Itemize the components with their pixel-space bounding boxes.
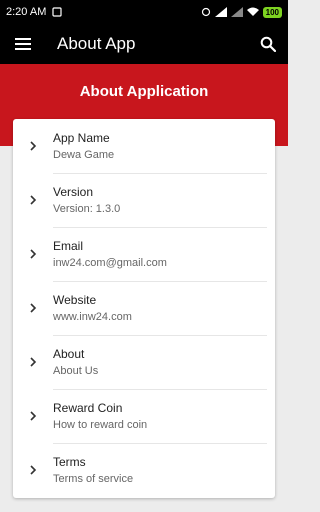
page-title: About App xyxy=(57,34,136,53)
app-bar: About App xyxy=(0,24,288,64)
search-button[interactable] xyxy=(248,24,288,64)
signal-icon-2 xyxy=(230,7,243,17)
item-website[interactable]: Website www.inw24.com xyxy=(13,281,275,335)
chevron-right-icon xyxy=(30,411,37,421)
item-label: App Name xyxy=(53,130,110,145)
item-value: inw24.com@gmail.com xyxy=(53,256,167,269)
item-label: Version xyxy=(53,184,94,199)
item-reward-coin[interactable]: Reward Coin How to reward coin xyxy=(13,389,275,443)
hamburger-icon xyxy=(15,38,31,50)
about-card: App Name Dewa Game Version Version: 1.3.… xyxy=(13,119,275,498)
notification-icon xyxy=(52,7,62,17)
item-value: Dewa Game xyxy=(53,148,115,161)
item-email[interactable]: Email inw24.com@gmail.com xyxy=(13,227,275,281)
item-label: About xyxy=(53,346,85,361)
item-label: Email xyxy=(53,238,84,253)
wifi-icon xyxy=(246,7,259,16)
chevron-right-icon xyxy=(30,357,37,367)
chevron-right-icon xyxy=(30,195,37,205)
item-value: www.inw24.com xyxy=(53,310,132,323)
item-about[interactable]: About About Us xyxy=(13,335,275,389)
item-label: Reward Coin xyxy=(53,400,123,415)
item-label: Terms xyxy=(53,454,86,469)
item-value: How to reward coin xyxy=(53,418,148,431)
item-value: Terms of service xyxy=(53,472,134,485)
signal-icon xyxy=(214,7,227,17)
item-app-name[interactable]: App Name Dewa Game xyxy=(13,119,275,173)
status-right: 100 xyxy=(201,6,282,18)
alarm-icon xyxy=(201,7,210,17)
menu-button[interactable] xyxy=(3,24,43,64)
chevron-right-icon xyxy=(30,249,37,259)
item-value: About Us xyxy=(53,364,99,377)
battery-indicator: 100 xyxy=(262,6,282,18)
status-time: 2:20 AM xyxy=(6,6,47,18)
item-value: Version: 1.3.0 xyxy=(53,202,121,215)
search-icon xyxy=(260,36,276,52)
item-terms[interactable]: Terms Terms of service xyxy=(13,443,275,497)
chevron-right-icon xyxy=(30,141,37,151)
section-title: About Application xyxy=(79,83,209,100)
item-version[interactable]: Version Version: 1.3.0 xyxy=(13,173,275,227)
chevron-right-icon xyxy=(30,303,37,313)
item-label: Website xyxy=(53,292,97,307)
status-left: 2:20 AM xyxy=(6,6,62,18)
chevron-right-icon xyxy=(30,465,37,475)
status-bar: 2:20 AM 100 xyxy=(0,0,288,24)
